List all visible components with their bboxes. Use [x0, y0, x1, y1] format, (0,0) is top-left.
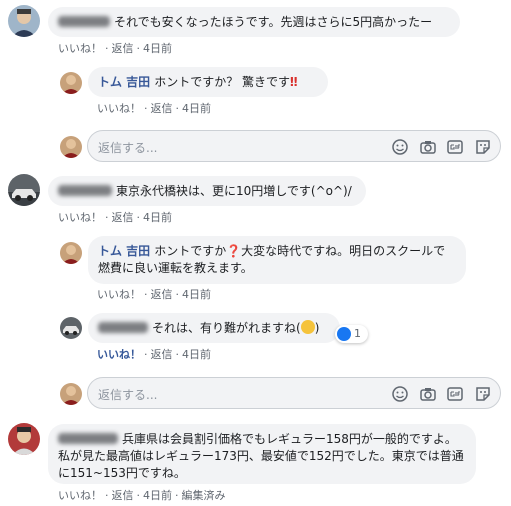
avatar[interactable] [60, 72, 82, 94]
reply-placeholder: 返信する... [98, 141, 158, 155]
like-link[interactable]: いいね！ [97, 102, 141, 115]
comment-text: ホントですか [154, 244, 227, 258]
reply-actions: いいね！ · 返信 · 4日前 [97, 288, 211, 301]
reply-input[interactable]: 返信する... [87, 130, 501, 162]
reply-bubble: それは、有り難がれますね() [88, 313, 340, 343]
reply-link[interactable]: 返信 [151, 102, 173, 115]
avatar[interactable] [60, 242, 82, 264]
timestamp[interactable]: 4日前 [143, 42, 172, 55]
smile-emoji [300, 320, 315, 334]
comment-text: 東京永代橋袂は、更に10円増しです(^o^)/ [116, 184, 352, 198]
gif-icon[interactable] [446, 385, 464, 403]
reaction-count: 1 [354, 327, 361, 340]
reaction-summary[interactable]: 1 [335, 325, 368, 343]
comment-actions: いいね！ · 返信 · 4日前 [58, 42, 172, 55]
reply-placeholder: 返信する... [98, 388, 158, 402]
edited-label: 編集済み [181, 489, 226, 502]
double-exclamation-emoji: ‼ [290, 75, 298, 89]
comment-text: それでも安くなったほうです。先週はさらに5円高かったー [114, 15, 433, 29]
comment-text-continued: 大変な時代ですね。明日のスクールで燃費に良い運転を教えます。 [98, 244, 446, 275]
comment-text-end: ) [314, 321, 320, 335]
like-link[interactable]: いいね！ [58, 489, 102, 502]
avatar[interactable] [8, 423, 40, 455]
camera-icon[interactable] [419, 138, 437, 156]
author-name[interactable]: トム 吉田 [98, 75, 150, 89]
comment-actions: いいね！ · 返信 · 4日前 · 編集済み [58, 489, 226, 502]
sticker-icon[interactable] [474, 385, 492, 403]
emoji-icon[interactable] [391, 385, 409, 403]
like-reaction-icon [337, 327, 351, 341]
timestamp[interactable]: 4日前 [182, 288, 211, 301]
like-link[interactable]: いいね！ [97, 288, 141, 301]
like-link[interactable]: いいね！ [97, 348, 141, 361]
comment-text: ホントですか？ 驚きです [154, 75, 291, 89]
avatar[interactable] [8, 174, 40, 206]
reply-link[interactable]: 返信 [151, 348, 173, 361]
reply-actions: いいね！ · 返信 · 4日前 [97, 348, 211, 361]
author-name[interactable] [58, 16, 110, 27]
reply-link[interactable]: 返信 [151, 288, 173, 301]
author-name[interactable] [58, 185, 112, 196]
author-name[interactable] [98, 322, 148, 333]
author-name[interactable] [58, 433, 118, 444]
reply-link[interactable]: 返信 [112, 489, 134, 502]
like-link[interactable]: いいね！ [58, 211, 102, 224]
timestamp[interactable]: 4日前 [143, 489, 172, 502]
comment-bubble: 兵庫県は会員割引価格でもレギュラー158円が一般的ですよ。私が見た最高値はレギュ… [48, 424, 476, 484]
comment-text: それは、有り難がれますね( [152, 321, 301, 335]
avatar[interactable] [60, 317, 82, 339]
comment-text: 兵庫県は会員割引価格でもレギュラー158円が一般的ですよ。私が見た最高値はレギュ… [58, 432, 464, 480]
reply-link[interactable]: 返信 [112, 211, 134, 224]
reply-input[interactable]: 返信する... [87, 377, 501, 409]
camera-icon[interactable] [419, 385, 437, 403]
avatar[interactable] [8, 5, 40, 37]
current-user-avatar [60, 383, 82, 405]
comment-actions: いいね！ · 返信 · 4日前 [58, 211, 172, 224]
question-emoji: ❓ [226, 244, 242, 258]
timestamp[interactable]: 4日前 [182, 102, 211, 115]
emoji-icon[interactable] [391, 138, 409, 156]
comment-bubble: 東京永代橋袂は、更に10円増しです(^o^)/ [48, 176, 366, 206]
reply-link[interactable]: 返信 [112, 42, 134, 55]
reply-bubble: トム 吉田 ホントですか？ 驚きです‼ [88, 67, 328, 97]
current-user-avatar [60, 136, 82, 158]
comment-bubble: それでも安くなったほうです。先週はさらに5円高かったー [48, 7, 460, 37]
timestamp[interactable]: 4日前 [182, 348, 211, 361]
like-link[interactable]: いいね！ [58, 42, 102, 55]
timestamp[interactable]: 4日前 [143, 211, 172, 224]
sticker-icon[interactable] [474, 138, 492, 156]
reply-bubble: トム 吉田 ホントですか❓大変な時代ですね。明日のスクールで燃費に良い運転を教えま… [88, 236, 466, 284]
gif-icon[interactable] [446, 138, 464, 156]
author-name[interactable]: トム 吉田 [98, 244, 150, 258]
reply-actions: いいね！ · 返信 · 4日前 [97, 102, 211, 115]
